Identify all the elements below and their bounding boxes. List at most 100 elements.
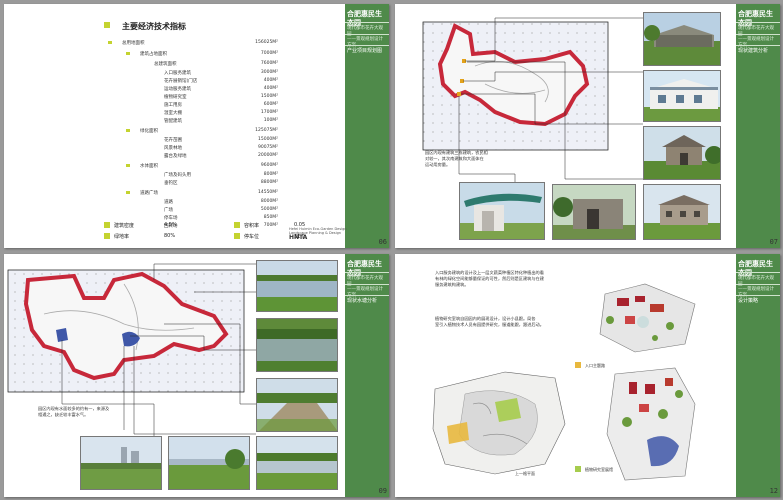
indicator-label: 建筑占地面积 bbox=[140, 52, 167, 57]
indicator-value: 14550M² bbox=[257, 190, 278, 195]
indicator-value: 7000M² bbox=[260, 51, 278, 56]
indicator-value: 400M² bbox=[263, 78, 278, 83]
photo-brick-hut bbox=[552, 184, 636, 240]
photo-white-building bbox=[643, 70, 721, 122]
page-pond-analysis: 园区内现有水面较多的约有一，来源及 相通之，缺乏较丰富水气。 合肥惠民生态园 现代… bbox=[4, 254, 389, 497]
indicator-value: 800M² bbox=[263, 172, 278, 177]
perspective-upper bbox=[599, 283, 696, 353]
indicator-label: 停车场 bbox=[164, 216, 178, 221]
legend-entrance-swatch bbox=[575, 362, 581, 368]
indicator-label: 垂钓区 bbox=[164, 181, 178, 186]
indicator-value: 125075M² bbox=[255, 128, 278, 133]
indicator-value: 1700M² bbox=[260, 110, 278, 115]
indicator-label: 广场及码头用 bbox=[164, 173, 191, 178]
photo-arch-shelter bbox=[459, 182, 545, 240]
stat-bullet bbox=[234, 222, 240, 228]
title-bullet bbox=[104, 22, 110, 28]
stat-bullet bbox=[104, 233, 110, 239]
indicator-label: 花卉展销馆(门店 bbox=[164, 79, 198, 84]
photo-pond-3 bbox=[256, 378, 338, 432]
indicator-value: 7600M² bbox=[260, 61, 278, 66]
pond-caption: 园区内现有水面较多的约有一，来源及 相通之，缺乏较丰富水气。 bbox=[38, 406, 110, 417]
section-label: 现状水塘分析 bbox=[347, 298, 378, 304]
indicator-label: 温室大棚 bbox=[164, 111, 182, 116]
page-economic-indicators: 主要经济技术指标 总用地面积 156025M² 建筑占地面积 7000M² 总建筑面积 7… bbox=[4, 4, 389, 248]
indicator-value: 156025M² bbox=[255, 40, 278, 45]
page-title: 主要经济技术指标 bbox=[122, 22, 186, 31]
legend-plant: 植物研究室展馆 bbox=[585, 467, 613, 472]
row-bullet bbox=[126, 129, 130, 132]
page-number: 09 bbox=[378, 487, 387, 495]
indicator-value: 20000M² bbox=[257, 153, 278, 158]
row-bullet bbox=[126, 164, 130, 167]
side-band: 合肥惠民生态园 现代都市花卉大观园 ——景观规划设计方案 现状建筑分析 bbox=[736, 4, 780, 248]
indicator-label: 水体面积 bbox=[140, 164, 158, 169]
indicator-label: 道路广场 bbox=[140, 191, 158, 196]
indicator-value: 400M² bbox=[263, 86, 278, 91]
legend-plant-swatch bbox=[575, 466, 581, 472]
indicator-label: 绿化面积 bbox=[140, 129, 158, 134]
photo-pond-4 bbox=[256, 436, 338, 490]
stat-bullet bbox=[104, 222, 110, 228]
building-caption: 园区内现有建筑三栋建筑，农民相 对较一，其次南建筑和大面体在 运动用房量。 bbox=[425, 150, 488, 167]
indicator-label: 施工用房 bbox=[164, 103, 182, 108]
indicator-label: 广场 bbox=[164, 208, 173, 213]
page-number: 12 bbox=[769, 487, 778, 495]
stat-value: 80% bbox=[164, 233, 176, 239]
footer: Hefei Huimin Eco-Garden Design Landscape … bbox=[289, 226, 347, 241]
row-bullet bbox=[126, 191, 130, 194]
indicator-value: 8800M² bbox=[260, 180, 278, 185]
indicator-label: 风景林地 bbox=[164, 146, 182, 151]
plan-drawings bbox=[432, 283, 696, 481]
indicator-value: 600M² bbox=[263, 102, 278, 107]
indicator-value: 100M² bbox=[263, 118, 278, 123]
section-label: 产业项目规划图 bbox=[347, 48, 383, 54]
section-label: 设计策略 bbox=[738, 298, 759, 304]
photo-pond-2 bbox=[256, 318, 338, 372]
indicator-label: 总建筑面积 bbox=[154, 62, 177, 67]
row-bullet bbox=[108, 41, 112, 44]
side-band: 合肥惠民生态园 现代都市花卉大观园 ——景观规划设计方案 现状水塘分析 bbox=[345, 254, 389, 497]
page-number: 07 bbox=[769, 238, 778, 246]
photo-gray-house bbox=[643, 184, 721, 240]
indicator-label: 露台及绿地 bbox=[164, 154, 187, 159]
plan-label: 上一格平面 bbox=[515, 471, 535, 476]
indicator-label: 入口服务建筑 bbox=[164, 71, 191, 76]
photo-pond-5 bbox=[80, 436, 162, 490]
indicator-label: 花卉苗圃 bbox=[164, 138, 182, 143]
row-bullet bbox=[126, 52, 130, 55]
indicator-label: 管配建筑 bbox=[164, 119, 182, 124]
pond-2 bbox=[56, 328, 68, 342]
indicator-value: 90075M² bbox=[257, 145, 278, 150]
section-label: 现状建筑分析 bbox=[738, 48, 769, 54]
indicator-value: 9600M² bbox=[260, 163, 278, 168]
indicator-label: 植物研究室 bbox=[164, 95, 187, 100]
stat-label: 建筑密度 bbox=[114, 223, 135, 229]
indicator-label: 运动服务建筑 bbox=[164, 87, 191, 92]
indicator-value: 8000M² bbox=[260, 199, 278, 204]
photo-stone-pavilion bbox=[643, 126, 721, 180]
stat-label: 容积率 bbox=[244, 223, 260, 229]
stat-bullet bbox=[234, 233, 240, 239]
indicator-value: 1500M² bbox=[260, 94, 278, 99]
legend-entrance: 入口主题路 bbox=[585, 363, 605, 368]
photo-greenhouse bbox=[643, 12, 721, 66]
stat-label: 绿地率 bbox=[114, 234, 130, 240]
side-band: 合肥惠民生态园 现代都市花卉大观园 ——景观规划设计方案 产业项目规划图 bbox=[345, 4, 389, 248]
indicator-value: 850M² bbox=[263, 215, 278, 220]
indicator-value: 3000M² bbox=[260, 70, 278, 75]
perspective-lower bbox=[606, 367, 696, 481]
side-band: 合肥惠民生态园 现代都市花卉大观园 ——景观规划设计方案 设计策略 bbox=[736, 254, 780, 497]
indicator-label: 总用地面积 bbox=[122, 41, 145, 46]
page-building-analysis: 园区内现有建筑三栋建筑，农民相 对较一，其次南建筑和大面体在 运动用房量。 合肥惠民… bbox=[395, 4, 780, 248]
stat-value: 4.5% bbox=[164, 222, 177, 228]
site-plan-lower bbox=[432, 371, 566, 475]
page-design-strategy: 入口服务建筑的设计及上一层文蔬菜种植区特化种植出的看 有林的绿化空间能够量保证的可… bbox=[395, 254, 780, 497]
photo-pond-6 bbox=[168, 436, 250, 490]
indicator-value: 5000M² bbox=[260, 207, 278, 212]
stat-label: 停车位 bbox=[244, 234, 260, 240]
indicator-label: 道路 bbox=[164, 200, 173, 205]
page-number: 06 bbox=[378, 238, 387, 246]
photo-pond-1 bbox=[256, 260, 338, 312]
indicator-value: 15000M² bbox=[257, 137, 278, 142]
